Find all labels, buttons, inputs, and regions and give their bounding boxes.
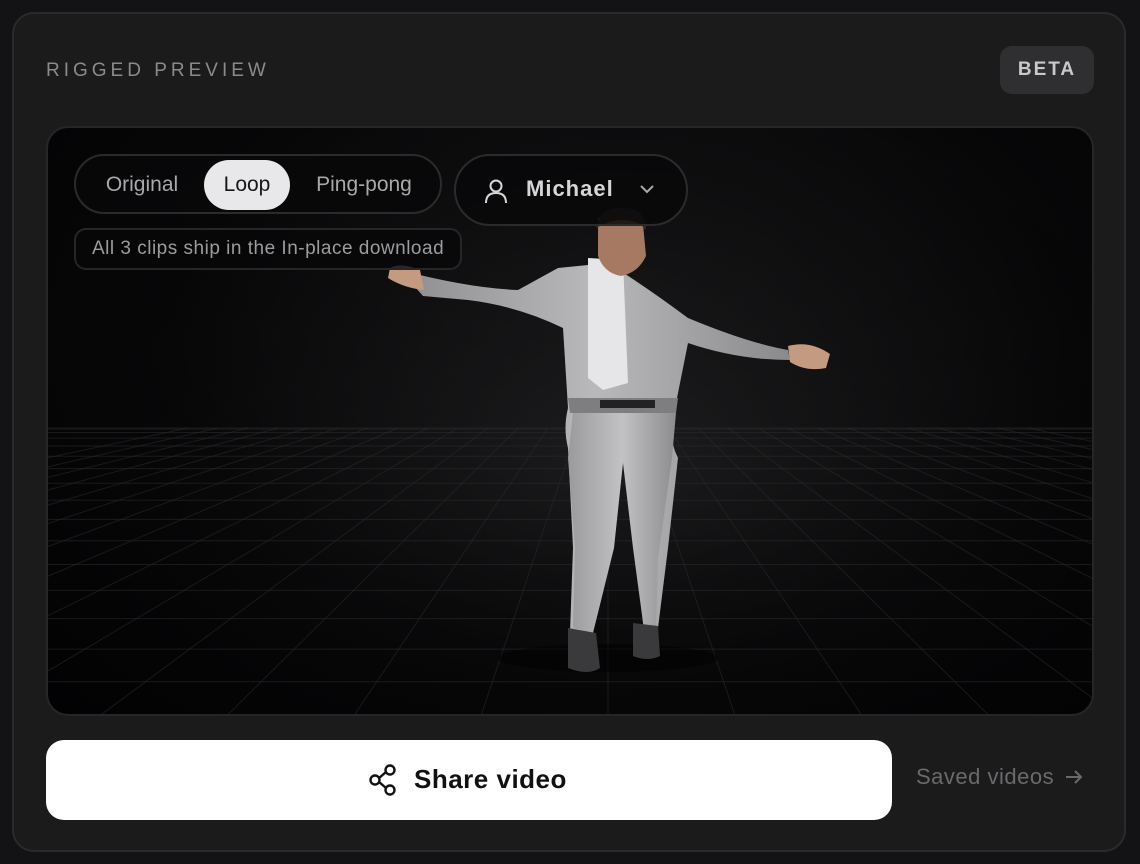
mode-ping-pong-button[interactable]: Ping-pong [290,160,438,210]
chevron-down-icon [640,185,654,194]
beta-badge: BETA [1000,46,1094,94]
share-icon [369,764,396,796]
user-icon [485,179,507,204]
character-dropdown[interactable]: Michael [454,154,688,226]
share-video-button[interactable]: Share video [46,740,892,820]
saved-videos-label: Saved videos [916,764,1055,789]
clips-note: All 3 clips ship in the In-place downloa… [74,228,463,270]
character-name: Michael [526,176,614,201]
share-video-label: Share video [414,764,567,794]
section-title: RIGGED PREVIEW [46,60,270,81]
playback-mode-toggle: Original Loop Ping-pong [74,154,442,214]
saved-videos-link[interactable]: Saved videos [916,764,1084,790]
3d-viewport[interactable]: Original Loop Ping-pong Michael All 3 cl… [46,126,1094,716]
arrow-right-icon [1066,770,1083,784]
mode-original-button[interactable]: Original [80,160,204,210]
mode-loop-button[interactable]: Loop [204,160,290,210]
